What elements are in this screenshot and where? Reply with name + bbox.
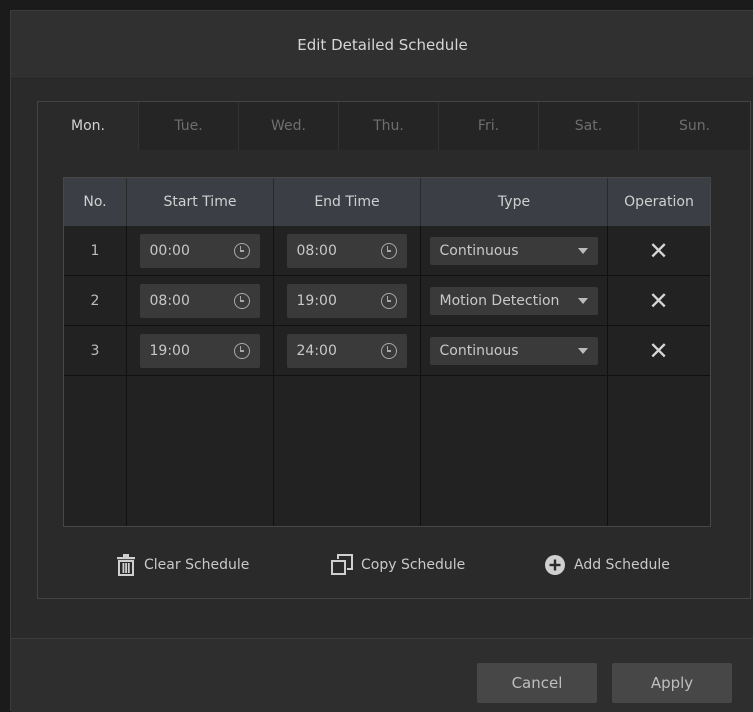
clock-icon[interactable] xyxy=(233,292,250,309)
add-schedule-label: Add Schedule xyxy=(574,557,670,573)
tab-mon[interactable]: Mon. xyxy=(38,102,138,150)
table-row: 3 19:00 24:00 Continuous ✕ xyxy=(64,326,710,375)
start-time-value: 08:00 xyxy=(149,292,190,309)
start-time-field[interactable]: 00:00 xyxy=(139,233,260,268)
end-time-field[interactable]: 19:00 xyxy=(286,283,407,318)
type-select[interactable]: Continuous xyxy=(429,336,598,365)
start-time-cell: 00:00 xyxy=(126,226,273,275)
copy-icon xyxy=(331,554,353,576)
close-icon[interactable]: ✕ xyxy=(648,289,668,313)
header-operation: Operation xyxy=(607,178,710,226)
caret-down-icon xyxy=(577,297,588,304)
start-time-value: 00:00 xyxy=(149,242,190,259)
table-header: No. Start Time End Time Type Operation xyxy=(64,178,710,226)
copy-schedule-label: Copy Schedule xyxy=(361,557,466,573)
schedule-panel: Mon. Tue. Wed. Thu. Fri. Sat. Sun. No. S… xyxy=(37,101,751,599)
close-icon[interactable]: ✕ xyxy=(648,339,668,363)
edit-schedule-dialog: Edit Detailed Schedule Mon. Tue. Wed. Th… xyxy=(10,10,753,712)
header-no: No. xyxy=(83,194,107,210)
start-time-field[interactable]: 08:00 xyxy=(139,283,260,318)
copy-schedule-button[interactable]: Copy Schedule xyxy=(331,547,465,583)
clock-icon[interactable] xyxy=(380,342,397,359)
start-time-cell: 08:00 xyxy=(126,276,273,325)
cancel-button[interactable]: Cancel xyxy=(477,663,597,703)
tab-tue[interactable]: Tue. xyxy=(138,102,238,150)
end-time-value: 08:00 xyxy=(296,242,337,259)
type-select[interactable]: Continuous xyxy=(429,236,598,265)
trash-icon xyxy=(116,554,136,576)
header-end-time: End Time xyxy=(273,178,420,226)
type-value: Continuous xyxy=(439,242,519,259)
caret-down-icon xyxy=(577,247,588,254)
end-time-field[interactable]: 24:00 xyxy=(286,333,407,368)
operation-cell: ✕ xyxy=(607,226,710,275)
end-time-value: 24:00 xyxy=(296,342,337,359)
close-icon[interactable]: ✕ xyxy=(648,239,668,263)
type-cell: Motion Detection xyxy=(420,276,607,325)
table-row: 2 08:00 19:00 Motion Detection ✕ xyxy=(64,276,710,325)
type-cell: Continuous xyxy=(420,326,607,375)
caret-down-icon xyxy=(577,347,588,354)
clock-icon[interactable] xyxy=(233,242,250,259)
dialog-title: Edit Detailed Schedule xyxy=(11,11,753,79)
add-schedule-button[interactable]: Add Schedule xyxy=(544,547,670,583)
apply-button[interactable]: Apply xyxy=(612,663,732,703)
header-type: Type xyxy=(420,178,607,226)
tab-wed[interactable]: Wed. xyxy=(238,102,338,150)
start-time-cell: 19:00 xyxy=(126,326,273,375)
tab-sun[interactable]: Sun. xyxy=(638,102,750,150)
end-time-field[interactable]: 08:00 xyxy=(286,233,407,268)
row-number: 1 xyxy=(90,242,100,259)
clock-icon[interactable] xyxy=(380,242,397,259)
clock-icon[interactable] xyxy=(380,292,397,309)
end-time-value: 19:00 xyxy=(296,292,337,309)
row-number: 3 xyxy=(90,342,100,359)
type-select[interactable]: Motion Detection xyxy=(429,286,598,315)
type-cell: Continuous xyxy=(420,226,607,275)
type-value: Motion Detection xyxy=(439,292,560,309)
row-divider xyxy=(64,375,710,376)
start-time-field[interactable]: 19:00 xyxy=(139,333,260,368)
clear-schedule-label: Clear Schedule xyxy=(144,557,250,573)
row-number: 2 xyxy=(90,292,100,309)
end-time-cell: 19:00 xyxy=(273,276,420,325)
end-time-cell: 24:00 xyxy=(273,326,420,375)
table-row: 1 00:00 08:00 Continuous ✕ xyxy=(64,226,710,275)
schedule-table: No. Start Time End Time Type Operation 1… xyxy=(63,177,711,527)
operation-cell: ✕ xyxy=(607,326,710,375)
start-time-value: 19:00 xyxy=(149,342,190,359)
operation-cell: ✕ xyxy=(607,276,710,325)
header-start-time: Start Time xyxy=(126,178,273,226)
schedule-actions: Clear Schedule Copy Schedule Add Schedul… xyxy=(38,547,750,583)
dialog-footer: Cancel Apply xyxy=(11,638,753,712)
clock-icon[interactable] xyxy=(233,342,250,359)
type-value: Continuous xyxy=(439,342,519,359)
end-time-cell: 08:00 xyxy=(273,226,420,275)
clear-schedule-button[interactable]: Clear Schedule xyxy=(116,547,249,583)
tab-sat[interactable]: Sat. xyxy=(538,102,638,150)
plus-circle-icon xyxy=(544,554,566,576)
tab-thu[interactable]: Thu. xyxy=(338,102,438,150)
day-tabs: Mon. Tue. Wed. Thu. Fri. Sat. Sun. xyxy=(38,102,750,150)
tab-fri[interactable]: Fri. xyxy=(438,102,538,150)
